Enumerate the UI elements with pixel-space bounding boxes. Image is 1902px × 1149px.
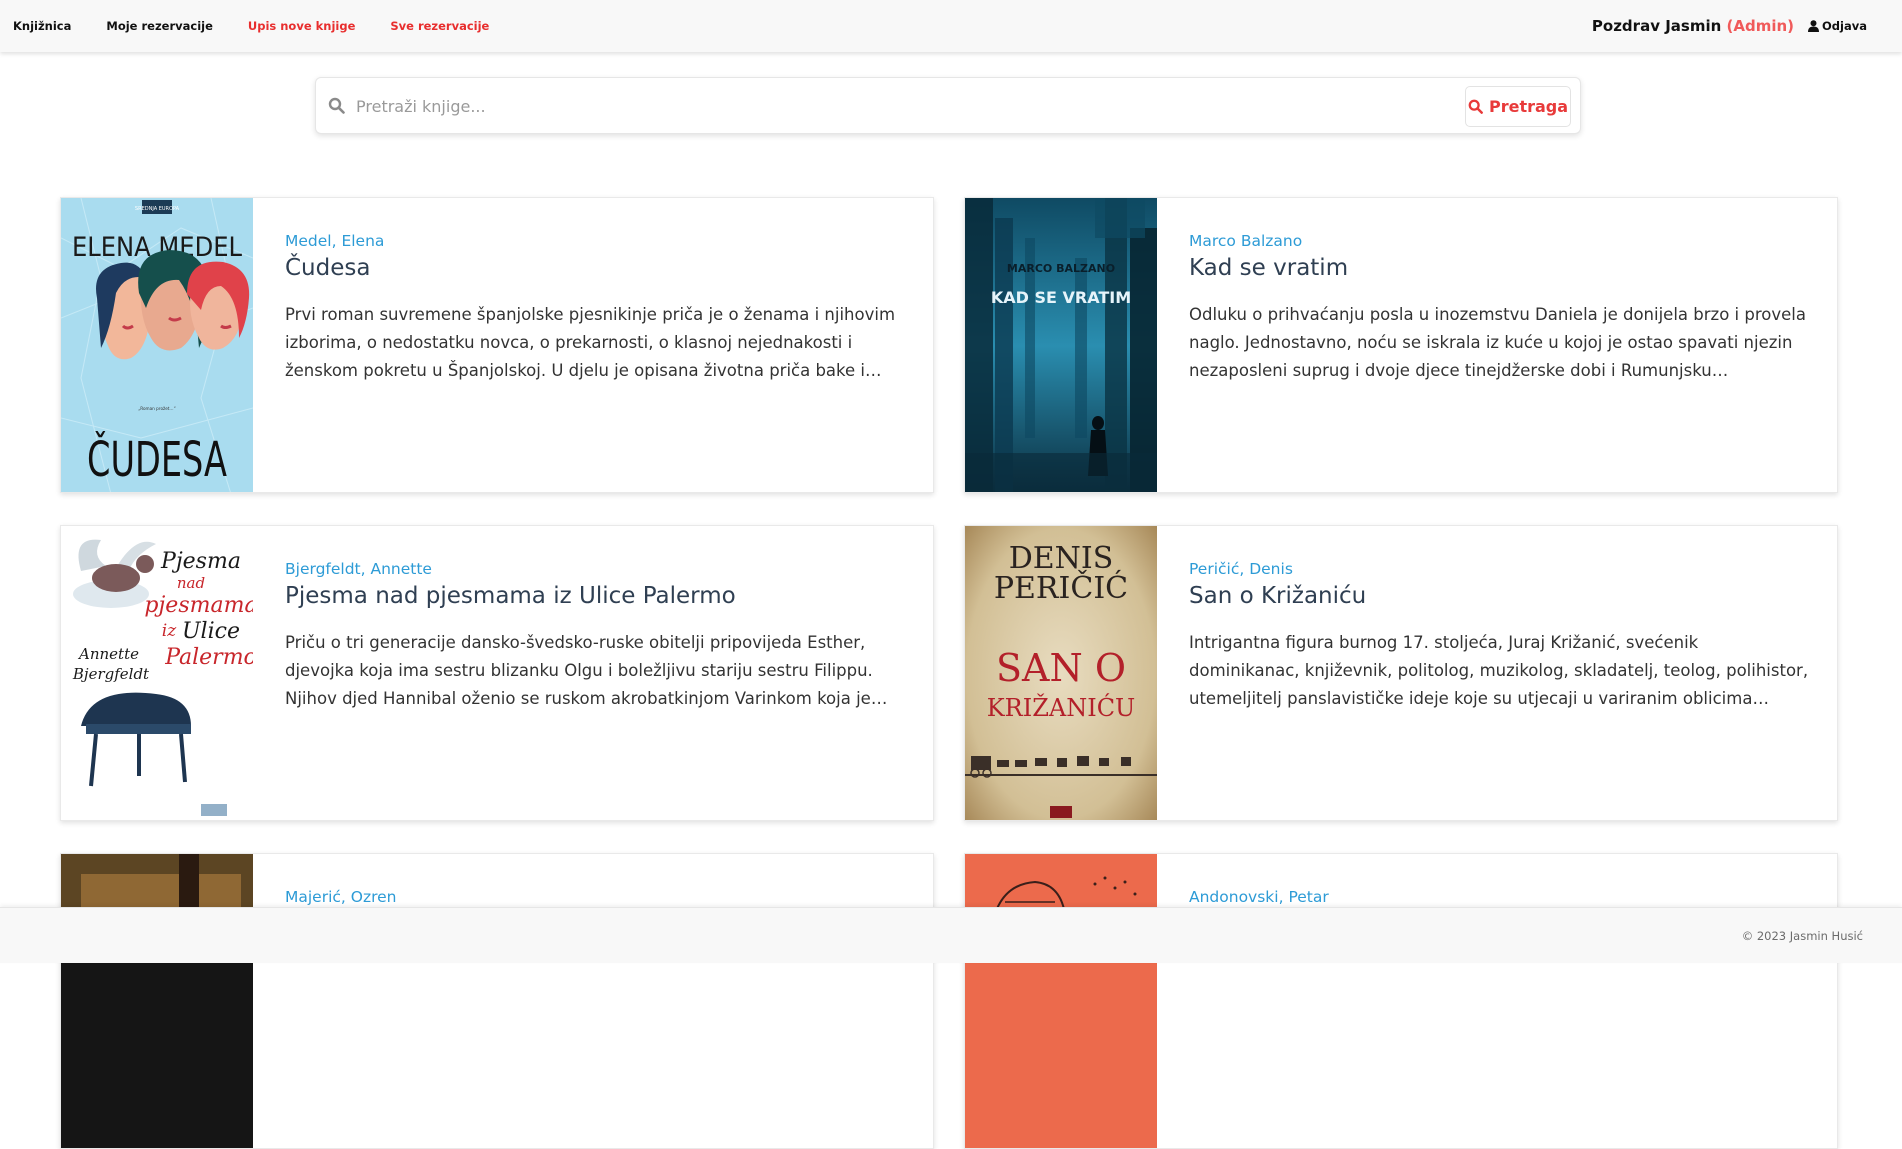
search-input[interactable] (356, 88, 1376, 124)
logout-label: Odjava (1822, 19, 1867, 33)
book-card-body: Marco Balzano Kad se vratim Odluku o pri… (1189, 232, 1809, 385)
book-card[interactable]: MARCO BALZANO KAD SE VRATIM Marco Balzan… (964, 197, 1838, 493)
cover-line: Pjesma (160, 549, 241, 574)
role-badge: (Admin) (1726, 17, 1795, 35)
nav-user-area: Pozdrav Jasmin (Admin) Odjava (1592, 17, 1902, 35)
copyright-text: © 2023 Jasmin Husić (1741, 929, 1863, 943)
greeting-text: Pozdrav Jasmin (1591, 17, 1722, 35)
logout-button[interactable]: Odjava (1808, 19, 1867, 33)
book-title[interactable]: San o Križaniću (1189, 583, 1809, 609)
user-icon (1808, 20, 1820, 32)
cover-title-line1: SAN O (996, 646, 1126, 690)
cover-blurb: „Roman prožet…“ (138, 406, 176, 411)
book-title[interactable]: Pjesma nad pjesmama iz Ulice Palermo (285, 583, 905, 609)
book-author[interactable]: Peričić, Denis (1189, 560, 1809, 578)
search-button[interactable]: Pretraga (1465, 86, 1571, 127)
nav-item-my-reservations[interactable]: Moje rezervacije (106, 19, 212, 33)
book-card[interactable]: DENIS PERIČIĆ SAN O KRIŽANIĆU Peričić, D… (964, 525, 1838, 821)
book-card[interactable]: Andonovski, Petar (964, 853, 1838, 1149)
book-author[interactable]: Medel, Elena (285, 232, 905, 250)
book-title[interactable]: Čudesa (285, 255, 905, 281)
nav-item-all-reservations[interactable]: Sve rezervacije (390, 19, 489, 33)
book-author[interactable]: Andonovski, Petar (1189, 888, 1809, 906)
book-card-body: Bjergfeldt, Annette Pjesma nad pjesmama … (285, 560, 905, 713)
book-description: Intrigantna figura burnog 17. stoljeća, … (1189, 633, 1809, 708)
cover-author-last: PERIČIĆ (994, 570, 1128, 606)
search-icon (328, 97, 345, 114)
book-card-body: Peričić, Denis San o Križaniću Intrigant… (1189, 560, 1809, 713)
cover-title: KAD SE VRATIM (991, 288, 1131, 307)
book-cover-image[interactable]: Pjesma nad pjesmama iz Ulice Palermo Ann… (61, 526, 253, 820)
book-cover-image[interactable] (61, 854, 253, 1148)
top-navbar: Knjižnica Moje rezervacije Upis nove knj… (0, 0, 1902, 52)
book-cover-image[interactable]: SREDNJA EUROPA ELENA MEDEL „Roman prožet… (61, 198, 253, 492)
cover-author-last: Bjergfeldt (72, 665, 150, 683)
nav-links: Knjižnica Moje rezervacije Upis nove knj… (0, 0, 524, 52)
book-card[interactable]: SREDNJA EUROPA ELENA MEDEL „Roman prožet… (60, 197, 934, 493)
cover-publisher: SREDNJA EUROPA (135, 206, 180, 212)
book-cover-image[interactable] (965, 854, 1157, 1148)
book-author[interactable]: Marco Balzano (1189, 232, 1809, 250)
search-button-label: Pretraga (1488, 97, 1569, 116)
book-cover-image[interactable]: MARCO BALZANO KAD SE VRATIM (965, 198, 1157, 492)
book-card[interactable]: Pjesma nad pjesmama iz Ulice Palermo Ann… (60, 525, 934, 821)
search-bar: Pretraga (315, 77, 1581, 134)
book-description: Odluku o prihvaćanju posla u inozemstvu … (1189, 305, 1806, 380)
nav-item-library[interactable]: Knjižnica (13, 19, 71, 33)
cover-title: ČUDESA (87, 431, 227, 488)
cover-title-line2: KRIŽANIĆU (987, 693, 1136, 722)
book-author[interactable]: Majerić, Ozren (285, 888, 905, 906)
book-author[interactable]: Bjergfeldt, Annette (285, 560, 905, 578)
book-title[interactable]: Kad se vratim (1189, 255, 1809, 281)
search-icon (1468, 99, 1483, 114)
page-footer: © 2023 Jasmin Husić (0, 907, 1902, 963)
book-card-body: Medel, Elena Čudesa Prvi roman suvremene… (285, 232, 905, 385)
book-description: Prvi roman suvremene španjolske pjesniki… (285, 305, 896, 380)
nav-item-add-book[interactable]: Upis nove knjige (248, 19, 356, 33)
book-description: Priču o tri generacije dansko-švedsko-ru… (285, 633, 888, 708)
cover-line: pjesmama (144, 593, 253, 618)
cover-line: iz (162, 621, 177, 641)
user-greeting: Pozdrav Jasmin (Admin) (1592, 17, 1794, 35)
cover-author-first: Annette (77, 645, 139, 663)
book-cover-image[interactable]: DENIS PERIČIĆ SAN O KRIŽANIĆU (965, 526, 1157, 820)
cover-line: Ulice (182, 619, 240, 644)
cover-line: nad (177, 574, 205, 592)
book-card[interactable]: Majerić, Ozren (60, 853, 934, 1149)
cover-line: Palermo (164, 645, 253, 670)
cover-author: MARCO BALZANO (1007, 262, 1115, 275)
